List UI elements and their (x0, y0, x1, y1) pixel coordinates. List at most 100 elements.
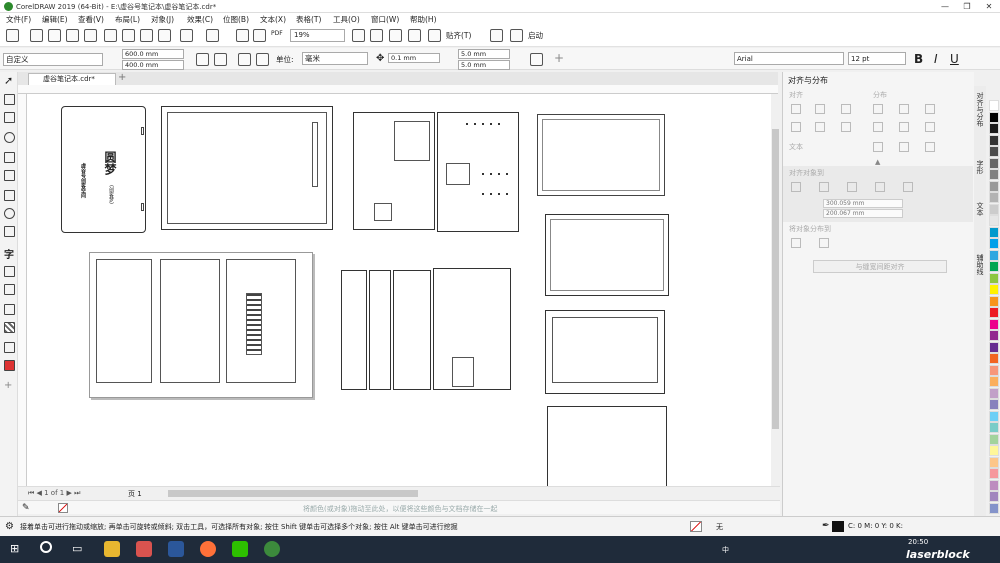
connector-tool-icon[interactable] (4, 284, 15, 295)
duplicate-x-input[interactable]: 5.0 mm (458, 49, 510, 59)
distribute-right-icon[interactable] (925, 104, 935, 114)
palette-swatch[interactable] (989, 502, 999, 514)
add-tool-icon[interactable]: + (4, 380, 15, 391)
palette-swatch[interactable] (989, 491, 999, 502)
screen-frame-top[interactable] (537, 114, 665, 196)
menu-help[interactable]: 帮助(H) (410, 14, 437, 25)
palette-swatch[interactable] (989, 272, 999, 284)
palette-swatch[interactable] (989, 238, 999, 249)
cloud-upload-icon[interactable] (66, 29, 79, 42)
palette-swatch[interactable] (989, 410, 999, 422)
distribute-top-icon[interactable] (873, 122, 883, 132)
vertical-ruler[interactable] (18, 94, 27, 486)
palette-swatch[interactable] (989, 330, 999, 341)
menu-text[interactable]: 文本(X) (260, 14, 286, 25)
save-icon[interactable] (48, 29, 61, 42)
parallel-dimension-icon[interactable] (4, 266, 15, 277)
new-tab-button[interactable]: + (118, 73, 130, 84)
palette-swatch[interactable] (989, 433, 999, 445)
vertical-scrollbar[interactable] (771, 94, 780, 486)
menu-edit[interactable]: 编辑(E) (42, 14, 68, 25)
palette-swatch[interactable] (989, 376, 999, 387)
tab-glyphs[interactable]: 字形 (975, 160, 985, 174)
palette-swatch[interactable] (989, 146, 999, 157)
lid-panel[interactable] (547, 406, 667, 486)
app-icon[interactable] (136, 541, 152, 557)
grid-icon[interactable] (389, 29, 402, 42)
open-icon[interactable] (30, 29, 43, 42)
landscape-icon[interactable] (214, 53, 227, 66)
align-bottom-icon[interactable] (841, 122, 851, 132)
shape-tool-icon[interactable] (4, 94, 15, 105)
align-right-icon[interactable] (841, 104, 851, 114)
align-top-icon[interactable] (791, 122, 801, 132)
import-icon[interactable] (236, 29, 249, 42)
tab-text[interactable]: 文本 (975, 202, 985, 216)
font-family-select[interactable]: Arial (734, 52, 844, 65)
palette-swatch[interactable] (989, 479, 999, 491)
palette-swatch[interactable] (989, 111, 999, 123)
search-icon[interactable] (40, 541, 52, 553)
palette-swatch[interactable] (989, 123, 999, 134)
align-center-icon[interactable] (815, 104, 825, 114)
restore-button[interactable]: ❐ (956, 0, 978, 13)
copy-icon[interactable] (140, 29, 153, 42)
font-size-select[interactable]: 12 pt (848, 52, 906, 65)
point-align-icon[interactable] (903, 182, 913, 192)
page-height-input[interactable]: 400.0 mm (122, 60, 184, 70)
palette-swatch[interactable] (989, 169, 999, 180)
palette-swatch[interactable] (989, 307, 999, 318)
ime-indicator[interactable]: 中 (722, 545, 729, 555)
eyedropper-icon[interactable] (4, 342, 15, 353)
palette-swatch[interactable] (989, 215, 999, 226)
menu-file[interactable]: 文件(F) (6, 14, 31, 25)
bold-button[interactable]: B (914, 52, 923, 66)
page-edge-icon[interactable] (819, 182, 829, 192)
palette-swatch[interactable] (989, 318, 999, 330)
palette-swatch[interactable] (989, 100, 999, 111)
launch-icon[interactable] (510, 29, 523, 42)
polygon-tool-icon[interactable] (4, 226, 15, 237)
minimize-button[interactable]: — (934, 0, 956, 13)
palette-swatch[interactable] (989, 468, 999, 479)
page-center-icon[interactable] (847, 182, 857, 192)
pick-tool-icon[interactable]: ➚ (4, 75, 15, 87)
paste-icon[interactable] (158, 29, 171, 42)
cloud-download-icon[interactable] (84, 29, 97, 42)
redo-icon[interactable] (206, 29, 219, 42)
word-icon[interactable] (168, 541, 184, 557)
drawing-canvas[interactable]: 圆梦 (创客梦) 虚谷号创客空间 (27, 94, 771, 486)
drop-shadow-icon[interactable] (4, 304, 15, 315)
palette-swatch[interactable] (989, 364, 999, 376)
strip-panel-3[interactable] (393, 270, 431, 390)
clock-time[interactable]: 20:50 (908, 538, 928, 546)
palette-swatch[interactable] (989, 456, 999, 468)
rectangle-tool-icon[interactable] (4, 190, 15, 201)
page-tab[interactable]: 页 1 (128, 489, 142, 499)
palette-swatch[interactable] (989, 249, 999, 261)
treat-as-filled-icon[interactable] (530, 53, 543, 66)
new-document-icon[interactable] (6, 29, 19, 42)
collapse-chevron-icon[interactable]: ▲ (875, 158, 880, 166)
strip-panel-2[interactable] (369, 270, 391, 390)
snap-icon[interactable] (428, 29, 441, 42)
text-last-line-icon[interactable] (899, 142, 909, 152)
unit-select[interactable]: 毫米 (302, 52, 368, 65)
tab-guidelines[interactable]: 辅助线 (975, 254, 985, 275)
wechat-icon[interactable] (232, 541, 248, 557)
no-color-swatch[interactable] (58, 503, 68, 513)
guidelines-icon[interactable] (408, 29, 421, 42)
zoom-tool-icon[interactable] (4, 132, 15, 143)
firefox-icon[interactable] (200, 541, 216, 557)
page-width-input[interactable]: 600.0 mm (122, 49, 184, 59)
vertical-scroll-thumb[interactable] (772, 129, 779, 429)
italic-button[interactable]: I (934, 52, 938, 66)
active-objects-icon[interactable] (791, 182, 801, 192)
page-first-icon[interactable]: ⏮ ◀ 1 of 1 ▶ ⏭ (28, 489, 80, 498)
underline-button[interactable]: U (950, 52, 959, 66)
rulers-icon[interactable] (370, 29, 383, 42)
current-page-icon[interactable] (256, 53, 269, 66)
menu-effects[interactable]: 效果(C) (187, 14, 213, 25)
cover-panel[interactable]: 圆梦 (创客梦) 虚谷号创客空间 (61, 106, 146, 233)
distribute-bottom-icon[interactable] (925, 122, 935, 132)
